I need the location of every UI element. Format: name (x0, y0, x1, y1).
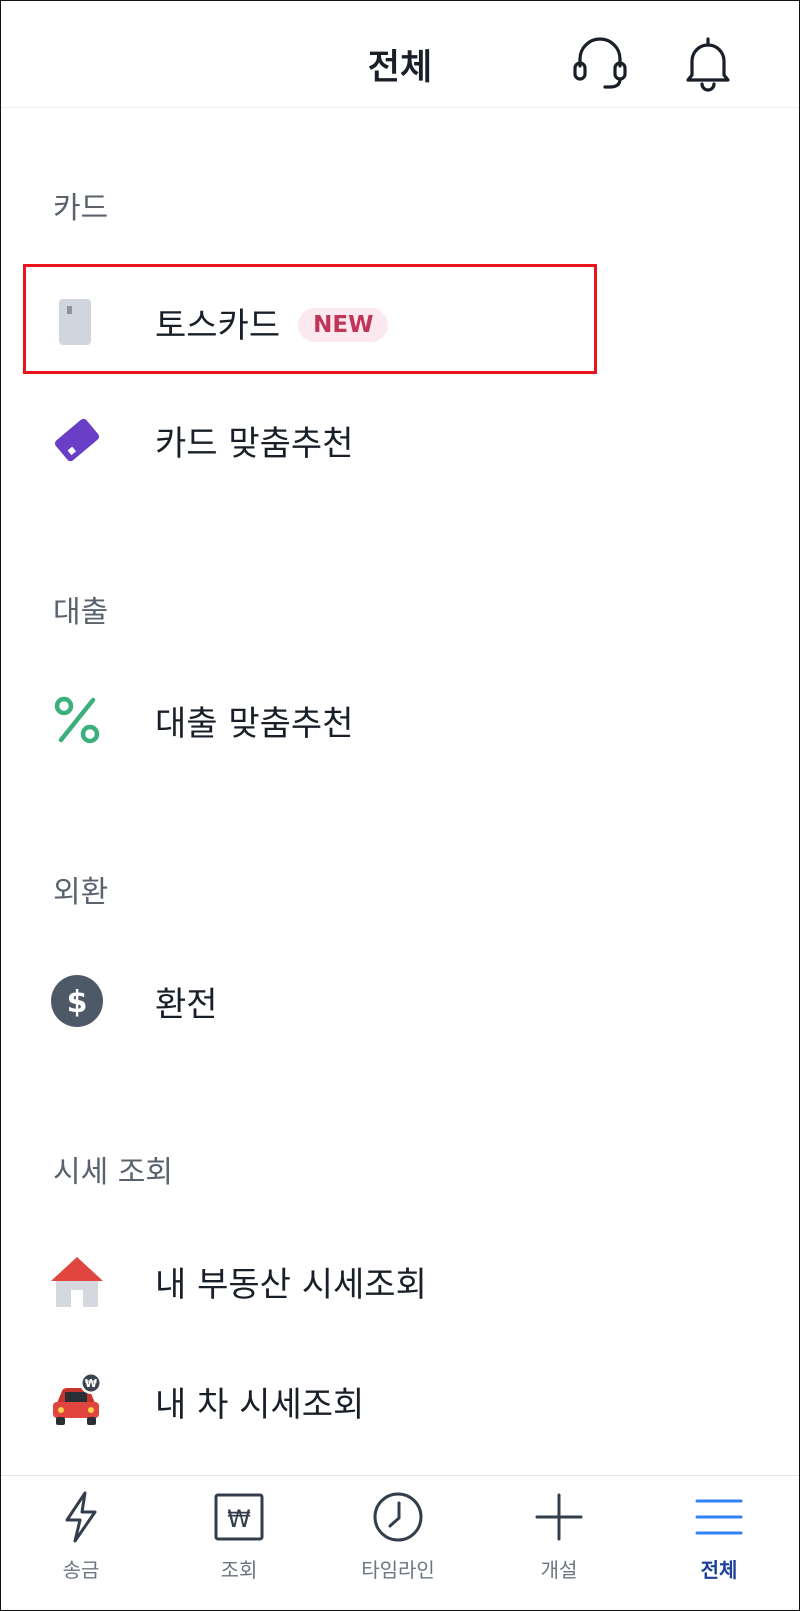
menu-item-exchange[interactable]: $ 환전 (1, 949, 799, 1049)
tab-open-account[interactable]: 개설 (489, 1476, 629, 1610)
section-title-price-check: 시세 조회 (53, 1155, 173, 1190)
svg-text:₩: ₩ (85, 1377, 97, 1390)
section-title-forex: 외환 (53, 875, 109, 910)
house-icon (49, 1253, 105, 1309)
menu-item-label: 대출 맞춤추천 (155, 704, 354, 744)
headset-icon[interactable] (569, 31, 631, 93)
bell-icon[interactable] (677, 31, 739, 93)
menu-item-label: 환전 (155, 985, 218, 1025)
dollar-coin-icon: $ (49, 973, 105, 1029)
purple-card-icon (49, 412, 105, 468)
lightning-icon (65, 1491, 97, 1543)
section-title-loan: 대출 (53, 595, 109, 630)
tab-label: 전체 (700, 1558, 738, 1582)
percent-icon (49, 692, 105, 748)
menu-item-toss-card[interactable]: 토스카드 NEW (1, 270, 799, 370)
menu-item-label: 내 차 시세조회 (155, 1385, 365, 1425)
card-icon (49, 294, 105, 350)
clock-icon (373, 1492, 423, 1542)
svg-text:$: $ (67, 985, 88, 1020)
menu-item-label: 토스카드 NEW (155, 298, 389, 347)
tab-label: 타임라인 (361, 1558, 435, 1582)
car-won-icon: ₩ (49, 1373, 105, 1429)
menu-item-car-price[interactable]: ₩ 내 차 시세조회 (1, 1349, 799, 1449)
tab-label: 개설 (540, 1558, 578, 1582)
tab-timeline[interactable]: 타임라인 (328, 1476, 468, 1610)
menu-item-label: 카드 맞춤추천 (155, 424, 354, 464)
new-badge: NEW (298, 308, 389, 342)
plus-icon (535, 1493, 583, 1541)
tab-label: 조회 (220, 1558, 258, 1582)
section-title-card: 카드 (53, 191, 109, 226)
menu-item-loan-recommend[interactable]: 대출 맞춤추천 (1, 668, 799, 768)
bottom-tab-bar: 송금 ₩ 조회 타임라인 개설 전체 (1, 1475, 799, 1610)
tab-all[interactable]: 전체 (649, 1476, 789, 1610)
tab-label: 송금 (62, 1558, 100, 1582)
menu-icon (695, 1499, 743, 1535)
app-screen: 전체 카드 토스카드 NEW 카드 맞춤추천 대출 대출 맞춤추천 외환 $ 환… (0, 0, 800, 1611)
menu-item-label: 내 부동산 시세조회 (155, 1265, 427, 1305)
menu-item-card-recommend[interactable]: 카드 맞춤추천 (1, 388, 799, 488)
tab-lookup[interactable]: ₩ 조회 (169, 1476, 309, 1610)
tab-transfer[interactable]: 송금 (11, 1476, 151, 1610)
svg-text:₩: ₩ (227, 1505, 251, 1533)
menu-item-real-estate-price[interactable]: 내 부동산 시세조회 (1, 1229, 799, 1329)
top-header: 전체 (1, 1, 799, 108)
won-receipt-icon: ₩ (214, 1493, 264, 1541)
